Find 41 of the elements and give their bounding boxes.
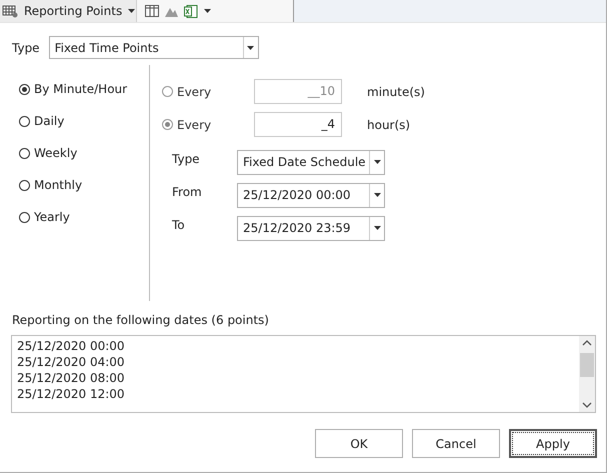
field-label: From	[172, 185, 203, 201]
scroll-down-icon[interactable]	[582, 401, 592, 409]
caret-icon[interactable]	[204, 9, 211, 13]
dialog-button[interactable]: Cancel	[412, 429, 500, 458]
scrollbar-thumb[interactable]	[580, 353, 594, 377]
field-label: Type	[172, 152, 201, 168]
dates-list[interactable]: 25/12/2020 00:00 25/12/2020 04:00 25/12/2020 08:00 25/12/2020 12:00	[11, 335, 596, 413]
caret-icon[interactable]	[247, 46, 254, 50]
caret-icon[interactable]	[128, 9, 136, 13]
radio-option[interactable]: Yearly	[19, 201, 149, 233]
radio-option[interactable]: Every	[162, 76, 254, 108]
radio-option[interactable]: Daily	[19, 105, 149, 137]
date-item: 25/12/2020 08:00	[17, 370, 126, 386]
radio-option[interactable]: Weekly	[19, 137, 149, 169]
dropdown-field[interactable]: 25/12/2020 23:59	[237, 216, 385, 240]
table-icon[interactable]	[145, 5, 159, 17]
field-label: To	[172, 218, 186, 234]
unit-label: hour(s)	[367, 118, 410, 132]
radio-option[interactable]: By Minute/Hour	[19, 73, 149, 105]
caret-icon[interactable]	[374, 193, 380, 197]
dates-label: Reporting on the following dates (6 points)	[11, 312, 270, 327]
type-label: Type	[12, 40, 40, 54]
date-item: 25/12/2020 00:00	[17, 338, 126, 354]
caret-icon[interactable]	[374, 160, 380, 164]
dialog-button[interactable]: Apply	[509, 429, 597, 458]
type-dropdown[interactable]: Fixed Time Points	[48, 36, 259, 59]
spreadsheet-icon[interactable]	[184, 4, 198, 18]
chart-icon[interactable]	[165, 6, 178, 16]
number-field[interactable]: __10	[254, 79, 342, 104]
number-field[interactable]: _4	[254, 112, 342, 137]
calendar-grid-icon	[2, 4, 18, 18]
radio-option[interactable]: Every	[162, 108, 254, 140]
dialog-button[interactable]: OK	[315, 429, 403, 458]
dropdown-field[interactable]: 25/12/2020 00:00	[237, 182, 385, 208]
radio-option[interactable]: Monthly	[19, 169, 149, 201]
dropdown-field[interactable]: Fixed Date Schedule	[237, 150, 385, 174]
scroll-up-icon[interactable]	[582, 339, 592, 347]
date-item: 25/12/2020 12:00	[17, 386, 126, 402]
date-item: 25/12/2020 04:00	[17, 354, 126, 370]
unit-label: minute(s)	[367, 84, 425, 98]
caret-icon[interactable]	[374, 226, 380, 230]
